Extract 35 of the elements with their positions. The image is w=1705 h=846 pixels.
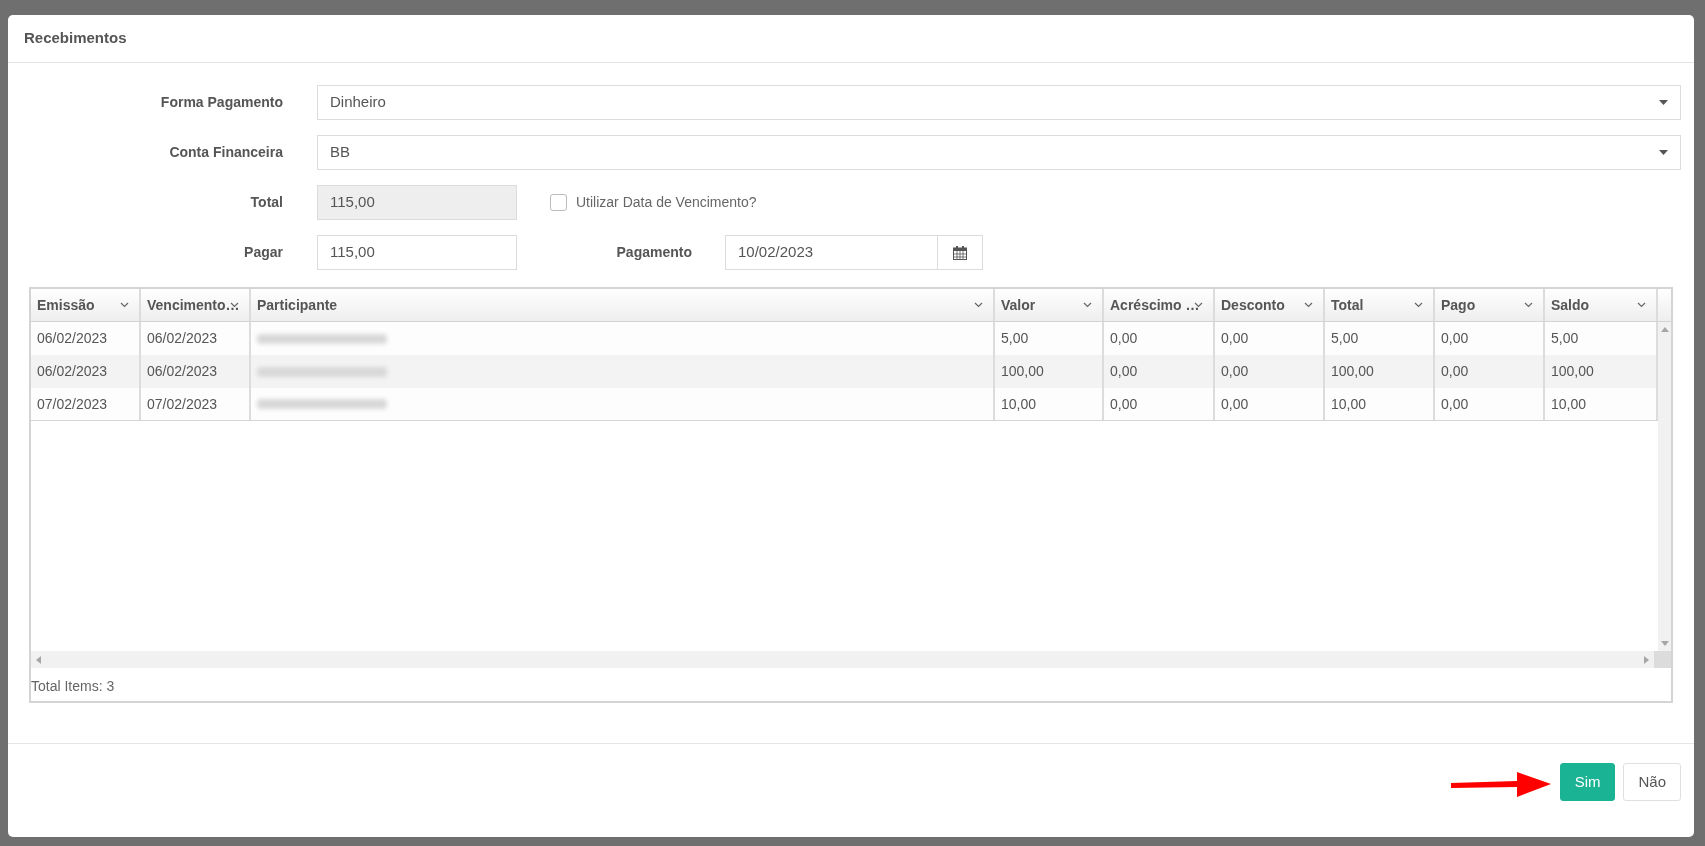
checkbox-label: Utilizar Data de Vencimento? xyxy=(576,193,757,212)
calendar-button[interactable] xyxy=(938,235,983,270)
chevron-down-icon[interactable] xyxy=(974,302,983,308)
calendar-icon xyxy=(953,245,967,260)
table-cell: 07/02/2023 xyxy=(141,388,251,420)
chevron-down-icon[interactable] xyxy=(1637,302,1646,308)
dropdown-caret-icon xyxy=(1659,150,1668,155)
table-cell: 07/02/2023 xyxy=(31,388,141,420)
input-field[interactable]: 115,00 xyxy=(317,185,517,220)
select-field[interactable]: BB xyxy=(317,135,1681,170)
field-label: Forma Pagamento xyxy=(160,93,283,112)
field-label: Conta Financeira xyxy=(169,143,283,162)
field-label: Total xyxy=(250,193,283,212)
chevron-down-icon[interactable] xyxy=(1194,302,1203,308)
field-label: Pagar xyxy=(244,243,283,262)
chevron-down-icon[interactable] xyxy=(1414,302,1423,308)
table-cell: 10,00 xyxy=(995,388,1104,420)
chevron-down-icon[interactable] xyxy=(230,302,239,308)
field-label: Pagamento xyxy=(616,243,692,262)
dialog-title: Recebimentos xyxy=(24,28,127,49)
checkbox[interactable] xyxy=(550,194,567,211)
table-cell: 0,00 xyxy=(1215,388,1325,420)
chevron-down-icon[interactable] xyxy=(1524,302,1533,308)
table-cell: 0,00 xyxy=(1104,388,1215,420)
chevron-down-icon[interactable] xyxy=(1083,302,1092,308)
total-items-text: Total Items: 3 xyxy=(31,678,115,694)
chevron-down-icon[interactable] xyxy=(120,302,129,308)
dropdown-caret-icon xyxy=(1659,100,1668,105)
select-field[interactable]: Dinheiro xyxy=(317,85,1681,120)
table-cell: 10,00 xyxy=(1325,388,1435,420)
chevron-down-icon[interactable] xyxy=(1304,302,1313,308)
date-field[interactable]: 10/02/2023 xyxy=(725,235,938,270)
table-cell: 0,00 xyxy=(1435,388,1545,420)
input-field[interactable]: 115,00 xyxy=(317,235,517,270)
cancel-button[interactable]: Não xyxy=(1623,763,1681,801)
